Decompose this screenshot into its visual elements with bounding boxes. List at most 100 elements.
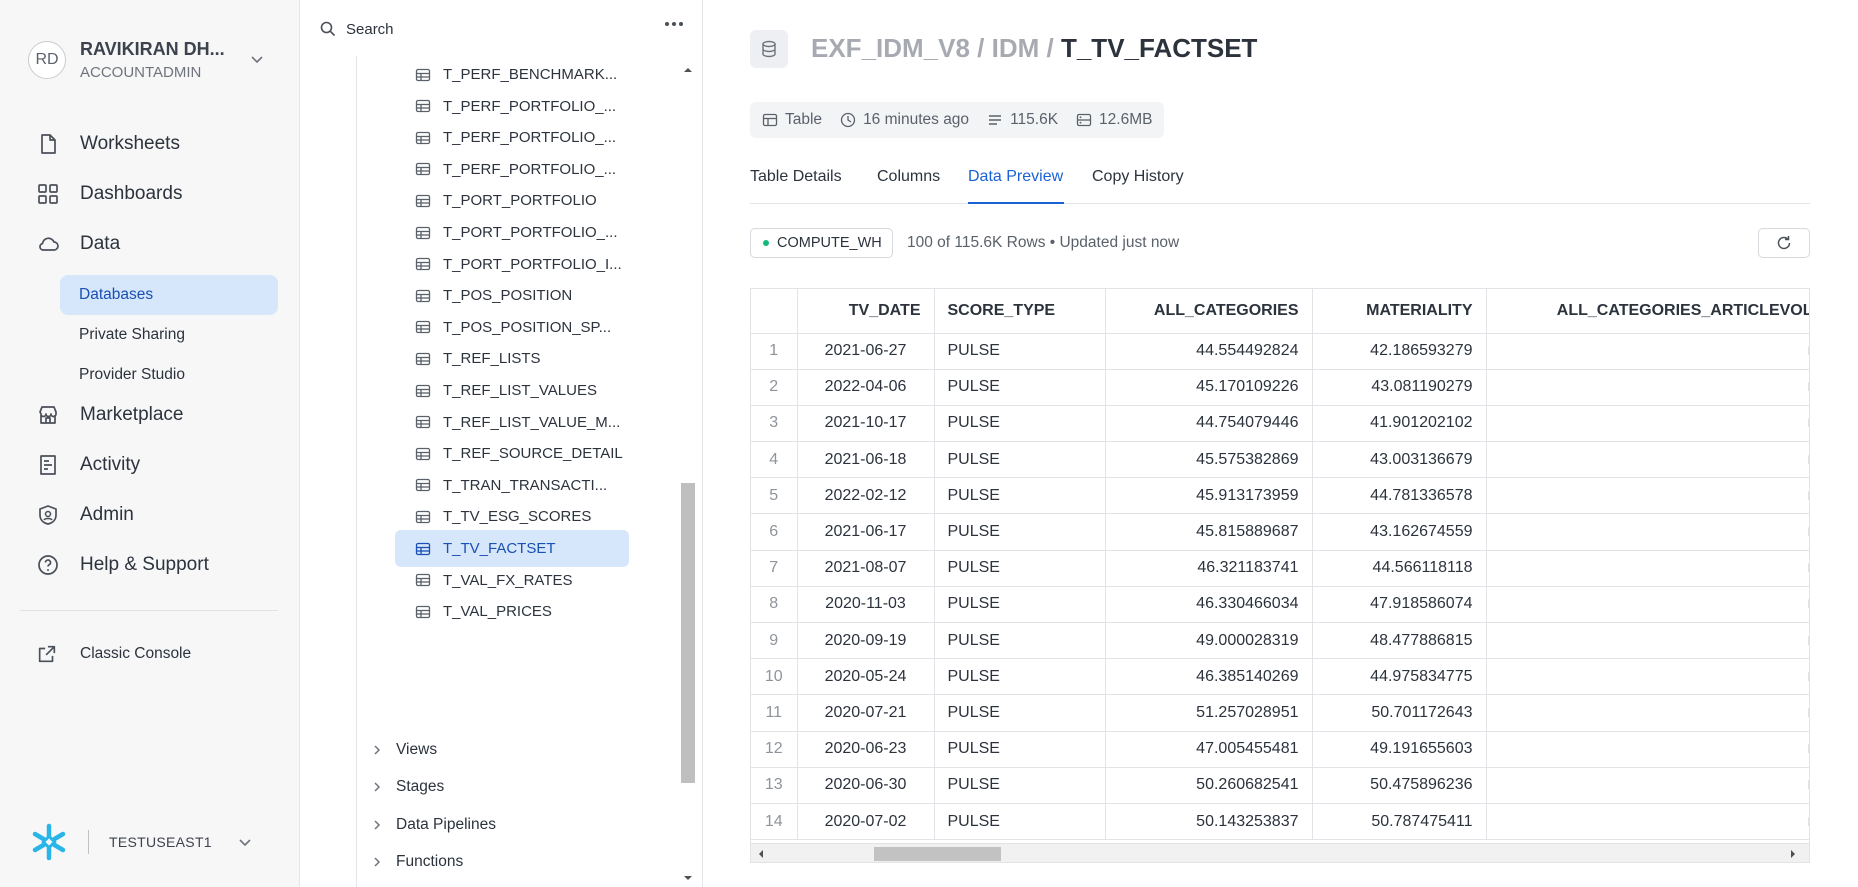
scroll-down-icon[interactable]	[680, 872, 696, 884]
table-row[interactable]: 7 2021-08-07 PULSE 46.321183741 44.566118118…	[751, 550, 1809, 587]
tree-folder-functions[interactable]: Functions	[372, 847, 463, 877]
cell-tv-date[interactable]: 2022-02-12	[797, 477, 935, 515]
refresh-button[interactable]	[1758, 228, 1810, 258]
cell-score-type[interactable]: PULSE	[934, 694, 1106, 732]
cell-materiality[interactable]: 48.477886815	[1312, 622, 1487, 660]
table-row[interactable]: 6 2021-06-17 PULSE 45.815889687 43.162674559…	[751, 513, 1809, 551]
tab-data-preview[interactable]: Data Preview	[968, 168, 1063, 186]
row-number[interactable]: 8	[751, 586, 798, 624]
table-row[interactable]: 5 2022-02-12 PULSE 45.913173959 44.781336578…	[751, 477, 1809, 515]
search-input[interactable]: Search	[320, 16, 680, 42]
tree-folder-views[interactable]: Views	[372, 735, 437, 765]
tree-scrollbar[interactable]	[680, 60, 696, 887]
row-number[interactable]: 4	[751, 441, 798, 479]
row-number[interactable]: 13	[751, 767, 798, 804]
breadcrumb-database[interactable]: EXF_IDM_V8	[811, 33, 970, 63]
cell-all-categories-articlevol[interactable]: nu	[1486, 622, 1809, 660]
cell-materiality[interactable]: 50.787475411	[1312, 803, 1487, 841]
cell-materiality[interactable]: 50.701172643	[1312, 694, 1487, 732]
scroll-left-icon[interactable]	[755, 844, 767, 863]
nav-private-sharing[interactable]: Private Sharing	[60, 315, 278, 355]
nav-activity[interactable]: Activity	[36, 448, 286, 482]
nav-provider-studio[interactable]: Provider Studio	[60, 355, 278, 395]
table-row[interactable]: 3 2021-10-17 PULSE 44.754079446 41.901202102…	[751, 405, 1809, 443]
cell-score-type[interactable]: PULSE	[934, 477, 1106, 515]
cell-tv-date[interactable]: 2022-04-06	[797, 369, 935, 406]
scroll-right-icon[interactable]	[1787, 844, 1799, 863]
cell-all-categories[interactable]: 46.385140269	[1105, 658, 1313, 696]
tree-item-table[interactable]: T_VAL_PRICES	[395, 593, 629, 630]
cell-materiality[interactable]: 43.003136679	[1312, 441, 1487, 479]
cell-score-type[interactable]: PULSE	[934, 658, 1106, 696]
cell-all-categories[interactable]: 46.330466034	[1105, 586, 1313, 624]
cell-score-type[interactable]: PULSE	[934, 550, 1106, 587]
table-row[interactable]: 4 2021-06-18 PULSE 45.575382869 43.003136679…	[751, 441, 1809, 479]
cell-all-categories[interactable]: 45.170109226	[1105, 369, 1313, 406]
cell-all-categories-articlevol[interactable]: nu	[1486, 333, 1809, 370]
cell-all-categories[interactable]: 51.257028951	[1105, 694, 1313, 732]
cell-materiality[interactable]: 43.081190279	[1312, 369, 1487, 406]
nav-data[interactable]: Data	[36, 227, 286, 261]
nav-databases[interactable]: Databases	[60, 275, 278, 315]
table-row[interactable]: 9 2020-09-19 PULSE 49.000028319 48.477886815…	[751, 622, 1809, 660]
row-number[interactable]: 7	[751, 550, 798, 587]
cell-tv-date[interactable]: 2020-05-24	[797, 658, 935, 696]
cell-score-type[interactable]: PULSE	[934, 441, 1106, 479]
table-row[interactable]: 12 2020-06-23 PULSE 47.005455481 49.19165560…	[751, 731, 1809, 768]
grid-horizontal-scrollbar[interactable]	[751, 843, 1809, 863]
table-row[interactable]: 8 2020-11-03 PULSE 46.330466034 47.918586074…	[751, 586, 1809, 624]
cell-all-categories[interactable]: 49.000028319	[1105, 622, 1313, 660]
column-header[interactable]: ALL_CATEGORIES_ARTICLEVOL	[1486, 289, 1809, 334]
cell-all-categories-articlevol[interactable]: nu	[1486, 731, 1809, 768]
table-row[interactable]: 11 2020-07-21 PULSE 51.257028951 50.70117264…	[751, 694, 1809, 732]
cell-tv-date[interactable]: 2020-09-19	[797, 622, 935, 660]
table-row[interactable]: 14 2020-07-02 PULSE 50.143253837 50.78747541…	[751, 803, 1809, 841]
column-header[interactable]: ALL_CATEGORIES	[1105, 289, 1313, 334]
cell-all-categories-articlevol[interactable]: nu	[1486, 658, 1809, 696]
nav-admin[interactable]: Admin	[36, 498, 286, 532]
cell-tv-date[interactable]: 2020-06-23	[797, 731, 935, 768]
row-number[interactable]: 1	[751, 333, 798, 370]
cell-score-type[interactable]: PULSE	[934, 586, 1106, 624]
cell-score-type[interactable]: PULSE	[934, 767, 1106, 804]
nav-marketplace[interactable]: Marketplace	[36, 398, 286, 432]
row-number[interactable]: 9	[751, 622, 798, 660]
table-row[interactable]: 10 2020-05-24 PULSE 46.385140269 44.97583477…	[751, 658, 1809, 696]
row-number[interactable]: 14	[751, 803, 798, 841]
cell-materiality[interactable]: 44.566118118	[1312, 550, 1487, 587]
warehouse-selector[interactable]: COMPUTE_WH	[750, 228, 893, 258]
cell-all-categories-articlevol[interactable]: nu	[1486, 369, 1809, 406]
cell-materiality[interactable]: 41.901202102	[1312, 405, 1487, 443]
cell-score-type[interactable]: PULSE	[934, 803, 1106, 841]
classic-console-link[interactable]: Classic Console	[36, 643, 191, 665]
cell-tv-date[interactable]: 2021-06-18	[797, 441, 935, 479]
cell-score-type[interactable]: PULSE	[934, 405, 1106, 443]
row-number[interactable]: 5	[751, 477, 798, 515]
cell-materiality[interactable]: 44.975834775	[1312, 658, 1487, 696]
nav-help-support[interactable]: Help & Support	[36, 548, 286, 582]
row-number[interactable]: 3	[751, 405, 798, 443]
cell-all-categories[interactable]: 44.554492824	[1105, 333, 1313, 370]
tree-folder-stages[interactable]: Stages	[372, 772, 444, 802]
cell-tv-date[interactable]: 2021-06-17	[797, 513, 935, 551]
cell-all-categories[interactable]: 50.260682541	[1105, 767, 1313, 804]
cell-tv-date[interactable]: 2020-06-30	[797, 767, 935, 804]
column-header[interactable]: TV_DATE	[797, 289, 935, 334]
breadcrumb-schema[interactable]: IDM	[992, 33, 1040, 63]
cell-all-categories[interactable]: 45.815889687	[1105, 513, 1313, 551]
cell-all-categories[interactable]: 47.005455481	[1105, 731, 1313, 768]
tab-copy-history[interactable]: Copy History	[1092, 168, 1184, 186]
cell-tv-date[interactable]: 2021-10-17	[797, 405, 935, 443]
tab-columns[interactable]: Columns	[877, 168, 940, 186]
chevron-down-icon[interactable]	[238, 835, 252, 849]
cell-all-categories-articlevol[interactable]: nu	[1486, 441, 1809, 479]
user-menu[interactable]: RD RAVIKIRAN DH... ACCOUNTADMIN	[28, 38, 278, 82]
cell-materiality[interactable]: 50.475896236	[1312, 767, 1487, 804]
cell-all-categories[interactable]: 45.913173959	[1105, 477, 1313, 515]
row-number[interactable]: 6	[751, 513, 798, 551]
cell-tv-date[interactable]: 2020-11-03	[797, 586, 935, 624]
cell-all-categories[interactable]: 46.321183741	[1105, 550, 1313, 587]
cell-tv-date[interactable]: 2021-06-27	[797, 333, 935, 370]
cell-materiality[interactable]: 49.191655603	[1312, 731, 1487, 768]
table-row[interactable]: 1 2021-06-27 PULSE 44.554492824 42.186593279…	[751, 333, 1809, 370]
